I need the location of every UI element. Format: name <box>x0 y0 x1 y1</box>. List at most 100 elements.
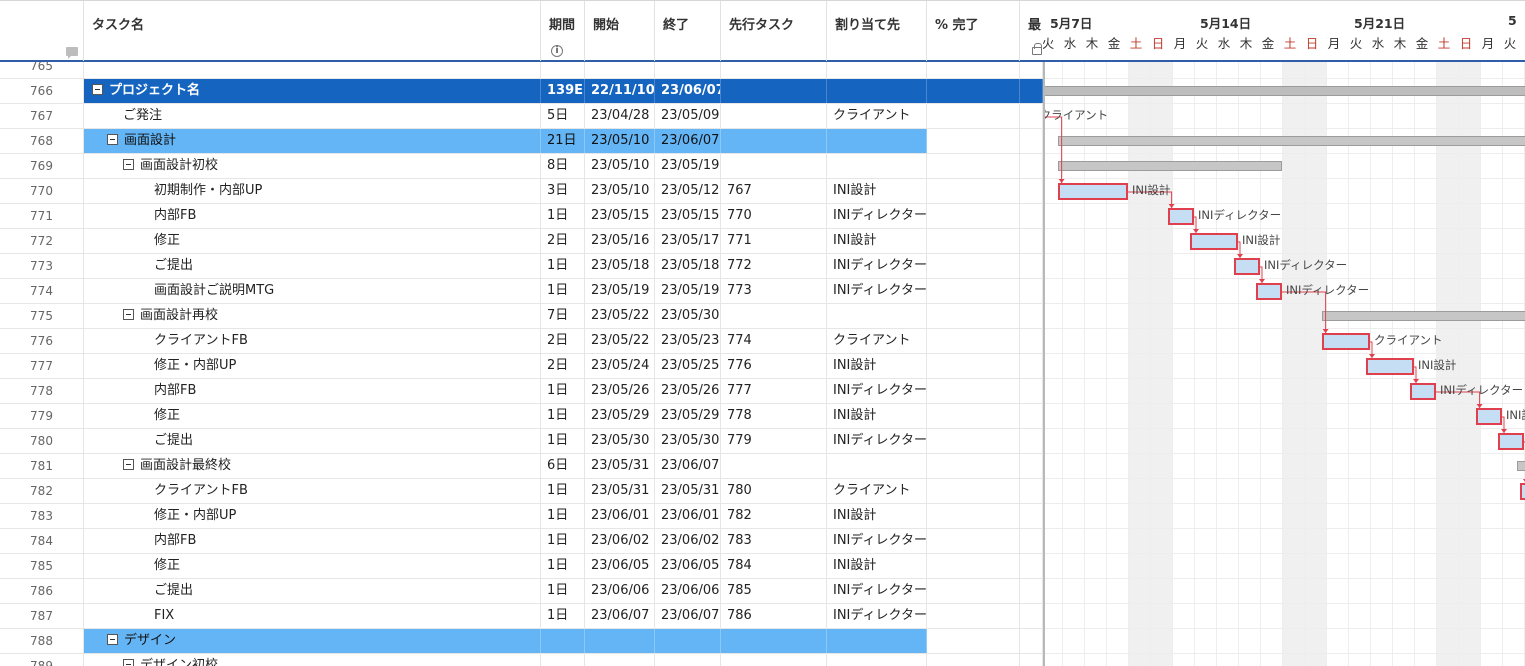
percent-complete-cell[interactable] <box>927 279 1020 303</box>
end-date-cell[interactable]: 23/06/01 <box>655 504 721 528</box>
task-bar[interactable] <box>1475 408 1502 425</box>
start-date-cell[interactable]: 23/05/30 <box>585 429 655 453</box>
row-number[interactable]: 768 <box>0 129 84 153</box>
row-number[interactable]: 781 <box>0 454 84 478</box>
assignee-cell[interactable]: INIディレクター <box>827 254 927 278</box>
predecessor-cell[interactable] <box>721 129 827 153</box>
task-name-cell[interactable]: 内部FB <box>84 379 541 403</box>
predecessor-cell[interactable]: 772 <box>721 254 827 278</box>
percent-complete-cell[interactable] <box>927 229 1020 253</box>
percent-complete-cell[interactable] <box>927 254 1020 278</box>
percent-complete-cell[interactable] <box>927 204 1020 228</box>
task-name-cell[interactable]: プロジェクト名 <box>84 79 541 103</box>
percent-complete-cell[interactable] <box>927 104 1020 128</box>
assignee-cell[interactable]: INI設計 <box>827 229 927 253</box>
duration-cell[interactable]: 139E <box>541 79 585 103</box>
start-date-cell[interactable] <box>585 629 655 653</box>
table-row[interactable]: 772 修正 2日 23/05/16 23/05/17 771 INI設計 <box>0 229 1043 254</box>
duration-cell[interactable]: 1日 <box>541 254 585 278</box>
comment-icon[interactable] <box>66 47 78 59</box>
predecessor-cell[interactable] <box>721 654 827 666</box>
predecessor-cell[interactable]: 779 <box>721 429 827 453</box>
percent-complete-cell[interactable] <box>927 604 1020 628</box>
row-number[interactable]: 773 <box>0 254 84 278</box>
predecessor-cell[interactable] <box>721 154 827 178</box>
collapse-toggle-icon[interactable] <box>107 634 118 645</box>
assignee-cell[interactable] <box>827 304 927 328</box>
task-name-cell[interactable]: ご提出 <box>84 579 541 603</box>
row-number[interactable]: 770 <box>0 179 84 203</box>
end-date-cell[interactable]: 23/05/09 <box>655 104 721 128</box>
start-date-cell[interactable]: 23/05/26 <box>585 379 655 403</box>
assignee-cell[interactable] <box>827 454 927 478</box>
task-name-cell[interactable]: 初期制作・内部UP <box>84 179 541 203</box>
predecessor-cell[interactable]: 783 <box>721 529 827 553</box>
last-column-cell[interactable] <box>1020 604 1043 628</box>
last-column-cell[interactable] <box>1020 479 1043 503</box>
table-row[interactable]: 784 内部FB 1日 23/06/02 23/06/02 783 INIディレクター <box>0 529 1043 554</box>
row-number[interactable]: 765 <box>0 62 84 78</box>
end-date-cell[interactable]: 23/06/02 <box>655 529 721 553</box>
assignee-cell[interactable]: INI設計 <box>827 179 927 203</box>
collapse-toggle-icon[interactable] <box>123 159 134 170</box>
end-date-cell[interactable]: 23/05/19 <box>655 279 721 303</box>
last-column-cell[interactable] <box>1020 404 1043 428</box>
table-row[interactable]: 775 画面設計再校 7日 23/05/22 23/05/30 <box>0 304 1043 329</box>
predecessor-cell[interactable]: 780 <box>721 479 827 503</box>
last-column-cell[interactable] <box>1020 204 1043 228</box>
start-date-cell[interactable]: 23/06/07 <box>585 604 655 628</box>
start-date-cell[interactable]: 23/05/22 <box>585 304 655 328</box>
last-column-cell[interactable] <box>1020 654 1043 666</box>
task-bar[interactable] <box>1167 208 1194 225</box>
duration-cell[interactable] <box>541 654 585 666</box>
task-name-cell[interactable]: 内部FB <box>84 204 541 228</box>
last-column-cell[interactable] <box>1020 304 1043 328</box>
percent-complete-cell[interactable] <box>927 529 1020 553</box>
task-name-cell[interactable]: 画面設計再校 <box>84 304 541 328</box>
task-name-cell[interactable]: ご提出 <box>84 429 541 453</box>
task-name-cell[interactable]: クライアントFB <box>84 479 541 503</box>
task-bar[interactable] <box>1233 258 1260 275</box>
end-date-cell[interactable]: 23/06/07 <box>655 454 721 478</box>
task-name-cell[interactable]: 修正・内部UP <box>84 354 541 378</box>
duration-cell[interactable]: 1日 <box>541 554 585 578</box>
task-name-cell[interactable]: 画面設計ご説明MTG <box>84 279 541 303</box>
start-date-cell[interactable] <box>585 654 655 666</box>
table-row[interactable]: 776 クライアントFB 2日 23/05/22 23/05/23 774 クライアント <box>0 329 1043 354</box>
assignee-cell[interactable]: クライアント <box>827 329 927 353</box>
last-column-cell[interactable] <box>1020 79 1043 103</box>
start-date-cell[interactable]: 23/05/19 <box>585 279 655 303</box>
end-date-cell[interactable] <box>655 62 721 78</box>
percent-complete-cell[interactable] <box>927 629 1020 653</box>
task-name-cell[interactable]: クライアントFB <box>84 329 541 353</box>
end-date-cell[interactable]: 23/05/17 <box>655 229 721 253</box>
end-date-cell[interactable]: 23/05/25 <box>655 354 721 378</box>
task-bar[interactable] <box>1255 283 1282 300</box>
row-number[interactable]: 775 <box>0 304 84 328</box>
end-date-cell[interactable]: 23/06/07 <box>655 79 721 103</box>
duration-cell[interactable]: 3日 <box>541 179 585 203</box>
assignee-cell[interactable]: クライアント <box>827 104 927 128</box>
table-row[interactable]: 783 修正・内部UP 1日 23/06/01 23/06/01 782 INI設計 <box>0 504 1043 529</box>
task-name-cell[interactable]: FIX <box>84 604 541 628</box>
last-column-cell[interactable] <box>1020 454 1043 478</box>
duration-cell[interactable]: 8日 <box>541 154 585 178</box>
table-row[interactable]: 785 修正 1日 23/06/05 23/06/05 784 INI設計 <box>0 554 1043 579</box>
row-number[interactable]: 778 <box>0 379 84 403</box>
last-column-cell[interactable] <box>1020 629 1043 653</box>
percent-complete-cell[interactable] <box>927 304 1020 328</box>
start-date-cell[interactable]: 23/04/28 <box>585 104 655 128</box>
percent-complete-cell[interactable] <box>927 579 1020 603</box>
assignee-cell[interactable] <box>827 62 927 78</box>
row-number[interactable]: 785 <box>0 554 84 578</box>
end-date-cell[interactable]: 23/05/30 <box>655 429 721 453</box>
task-name-cell[interactable]: 修正 <box>84 229 541 253</box>
row-number[interactable]: 786 <box>0 579 84 603</box>
last-column-cell[interactable] <box>1020 254 1043 278</box>
end-date-cell[interactable] <box>655 629 721 653</box>
predecessor-cell[interactable]: 778 <box>721 404 827 428</box>
last-column-cell[interactable] <box>1020 104 1043 128</box>
table-row[interactable]: 782 クライアントFB 1日 23/05/31 23/05/31 780 クライアント <box>0 479 1043 504</box>
task-bar[interactable] <box>1057 183 1128 200</box>
percent-complete-cell[interactable] <box>927 654 1020 666</box>
